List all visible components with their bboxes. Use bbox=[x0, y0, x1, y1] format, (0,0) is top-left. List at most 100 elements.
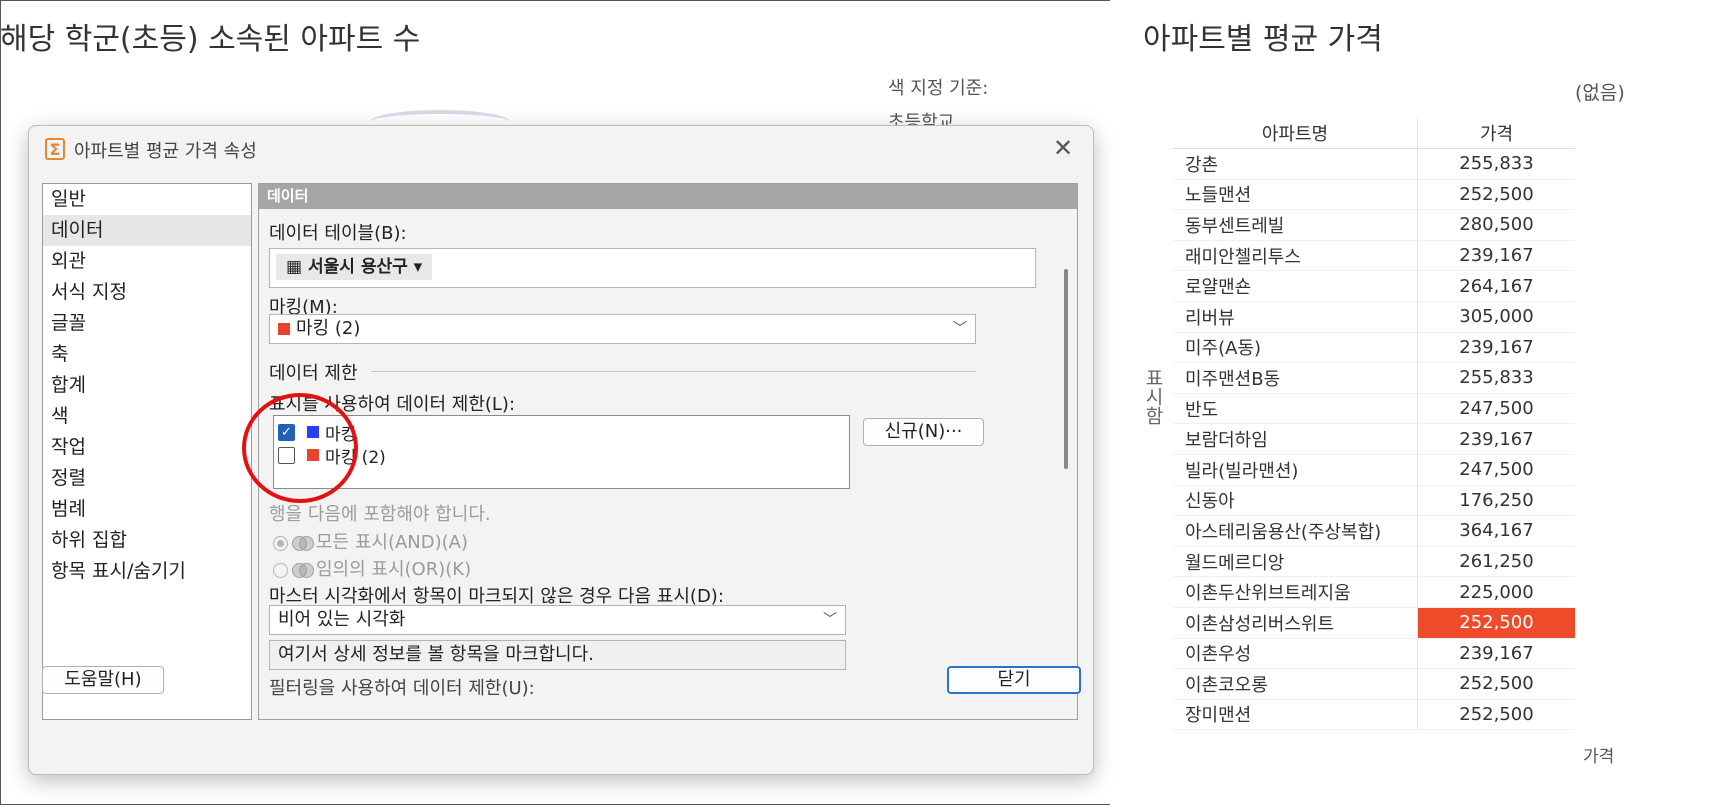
radio-all-label: 모든 표시(AND)(A) bbox=[316, 532, 469, 553]
price-cell: 247,500 bbox=[1459, 398, 1534, 420]
table-row[interactable]: 반도 247,500 bbox=[1173, 393, 1575, 425]
master-dropdown[interactable]: 비어 있는 시각화 ﹀ bbox=[269, 605, 846, 635]
price-cell: 239,167 bbox=[1459, 428, 1534, 450]
table-row[interactable]: 이촌두산위브트레지움 225,000 bbox=[1173, 577, 1575, 608]
price-cell: 176,250 bbox=[1459, 489, 1534, 511]
table-body: 강촌 255,833 노들맨션 252,500 동부센트레빌 280,500 래미안첼리투스… bbox=[1173, 149, 1575, 730]
price-cell: 252,500 bbox=[1459, 183, 1534, 205]
nav-item[interactable]: 범례 bbox=[43, 494, 251, 525]
nav-item[interactable]: 외관 bbox=[43, 246, 251, 277]
nav-item[interactable]: 데이터 bbox=[43, 215, 251, 246]
close-icon[interactable]: ✕ bbox=[1049, 134, 1077, 162]
chevron-down-icon: ﹀ bbox=[953, 321, 967, 337]
apartment-name-cell: 이촌두산위브트레지움 bbox=[1173, 577, 1418, 607]
table-row[interactable]: 장미맨션 252,500 bbox=[1173, 699, 1575, 730]
table-row[interactable]: 이촌코오롱 252,500 bbox=[1173, 669, 1575, 700]
apartment-name-cell: 이촌우성 bbox=[1173, 638, 1418, 669]
none-label: (없음) bbox=[1575, 82, 1625, 104]
table-row[interactable]: 빌라(빌라맨션) 247,500 bbox=[1173, 454, 1575, 486]
right-visual-title: 아파트별 평균 가격 bbox=[1143, 22, 1383, 57]
data-table-value: 서울시 용산구 bbox=[307, 257, 408, 277]
left-visual-title: 해당 학군(초등) 소속된 아파트 수 bbox=[0, 22, 421, 57]
apartment-name-cell: 리버뷰 bbox=[1173, 301, 1418, 332]
table-row[interactable]: 보람더하임 239,167 bbox=[1173, 424, 1575, 455]
table-row[interactable]: 이촌삼성리버스위트 252,500 bbox=[1173, 607, 1575, 639]
scrollbar-thumb[interactable] bbox=[1064, 269, 1068, 469]
nav-item[interactable]: 정렬 bbox=[43, 463, 251, 494]
price-cell: 239,167 bbox=[1459, 336, 1534, 358]
apartment-name-cell: 아스테리움용산(주상복합) bbox=[1173, 516, 1418, 546]
apartment-name-cell: 강촌 bbox=[1173, 149, 1418, 179]
price-cell: 252,500 bbox=[1459, 703, 1534, 725]
price-cell: 264,167 bbox=[1459, 275, 1534, 297]
price-cell: 255,833 bbox=[1459, 153, 1534, 175]
table-icon: ▦ bbox=[286, 257, 308, 277]
price-cell: 239,167 bbox=[1459, 245, 1534, 267]
data-properties-page: 데이터 데이터 테이블(B): ▦ 서울시 용산구 ▾ 마킹(M): 마킹 (2… bbox=[258, 183, 1078, 720]
nav-item[interactable]: 글꼴 bbox=[43, 308, 251, 339]
sigma-icon: Σ bbox=[45, 138, 65, 160]
vertical-scrollbar[interactable] bbox=[1055, 209, 1077, 719]
marking-value: 마킹 (2) bbox=[296, 318, 361, 339]
table-row[interactable]: 노들맨션 252,500 bbox=[1173, 179, 1575, 211]
apartment-name-cell: 동부센트레빌 bbox=[1173, 210, 1418, 240]
apartment-name-cell: 미주맨션B동 bbox=[1173, 363, 1418, 393]
nav-item[interactable]: 항목 표시/숨기기 bbox=[43, 556, 251, 587]
table-row[interactable]: 로얄맨숀 264,167 bbox=[1173, 271, 1575, 302]
union-icon bbox=[292, 563, 314, 578]
data-table-selector[interactable]: ▦ 서울시 용산구 ▾ bbox=[276, 254, 433, 280]
marking-checklist: ✓ 마킹 마킹 (2) bbox=[273, 415, 850, 489]
apartment-name-cell: 월드메르디앙 bbox=[1173, 546, 1418, 577]
price-cell: 252,500 bbox=[1418, 607, 1575, 638]
annotation-circle bbox=[242, 393, 358, 503]
table-row[interactable]: 미주맨션B동 255,833 bbox=[1173, 363, 1575, 394]
table-row[interactable]: 이촌우성 239,167 bbox=[1173, 638, 1575, 670]
nav-item[interactable]: 축 bbox=[43, 339, 251, 370]
dialog-titlebar[interactable]: Σ 아파트별 평균 가격 속성 ✕ bbox=[29, 126, 1093, 170]
column-header-price[interactable]: 가격 bbox=[1418, 118, 1575, 148]
message-field[interactable]: 여기서 상세 정보를 볼 항목을 마크합니다. bbox=[269, 640, 846, 670]
close-button[interactable]: 닫기 bbox=[947, 666, 1081, 694]
table-row[interactable]: 리버뷰 305,000 bbox=[1173, 301, 1575, 333]
dialog-title: 아파트별 평균 가격 속성 bbox=[74, 141, 257, 162]
nav-item[interactable]: 작업 bbox=[43, 432, 251, 463]
filter-limit-label: 필터링을 사용하여 데이터 제한(U): bbox=[269, 678, 535, 699]
nav-item[interactable]: 서식 지정 bbox=[43, 277, 251, 308]
radio-button[interactable] bbox=[273, 562, 288, 578]
help-button[interactable]: 도움말(H) bbox=[42, 666, 164, 694]
apartment-name-cell: 반도 bbox=[1173, 393, 1418, 424]
table-row[interactable]: 강촌 255,833 bbox=[1173, 149, 1575, 180]
radio-all-markings[interactable]: 모든 표시(AND)(A) bbox=[273, 528, 468, 554]
new-marking-button[interactable]: 신규(N)··· bbox=[863, 418, 984, 446]
table-row[interactable]: 미주(A동) 239,167 bbox=[1173, 332, 1575, 364]
apartment-name-cell: 미주(A동) bbox=[1173, 332, 1418, 363]
table-row[interactable]: 아스테리움용산(주상복합) 364,167 bbox=[1173, 516, 1575, 547]
table-row[interactable]: 동부센트레빌 280,500 bbox=[1173, 210, 1575, 241]
nav-item[interactable]: 색 bbox=[43, 401, 251, 432]
price-cell: 305,000 bbox=[1459, 306, 1534, 328]
nav-item[interactable]: 일반 bbox=[43, 184, 251, 215]
apartment-price-table[interactable]: 아파트명 가격 강촌 255,833 노들맨션 252,500 동부센트레빌 280,50… bbox=[1173, 118, 1575, 730]
radio-any-marking[interactable]: 임의의 표시(OR)(K) bbox=[273, 555, 471, 581]
nav-item[interactable]: 하위 집합 bbox=[43, 525, 251, 556]
chevron-down-icon: ﹀ bbox=[823, 612, 837, 628]
apartment-name-cell: 장미맨션 bbox=[1173, 699, 1418, 730]
nav-item[interactable]: 합계 bbox=[43, 370, 251, 401]
data-table-field[interactable]: ▦ 서울시 용산구 ▾ bbox=[269, 248, 1036, 288]
table-header: 아파트명 가격 bbox=[1173, 118, 1575, 149]
apartment-name-cell: 이촌삼성리버스위트 bbox=[1173, 607, 1418, 638]
price-cell: 261,250 bbox=[1459, 551, 1534, 573]
price-cell: 252,500 bbox=[1459, 673, 1534, 695]
marking-dropdown[interactable]: 마킹 (2) ﹀ bbox=[269, 314, 976, 344]
table-row[interactable]: 월드메르디앙 261,250 bbox=[1173, 546, 1575, 578]
table-row[interactable]: 신동아 176,250 bbox=[1173, 485, 1575, 517]
table-row[interactable]: 래미안첼리투스 239,167 bbox=[1173, 240, 1575, 272]
radio-any-label: 임의의 표시(OR)(K) bbox=[316, 559, 472, 580]
intersection-icon bbox=[292, 536, 314, 551]
section-divider bbox=[371, 371, 976, 372]
limit-section-title: 데이터 제한 bbox=[269, 363, 358, 384]
price-cell: 247,500 bbox=[1459, 459, 1534, 481]
apartment-name-cell: 로얄맨숀 bbox=[1173, 271, 1418, 301]
column-header-name[interactable]: 아파트명 bbox=[1173, 118, 1418, 148]
radio-button-selected[interactable] bbox=[273, 535, 288, 551]
